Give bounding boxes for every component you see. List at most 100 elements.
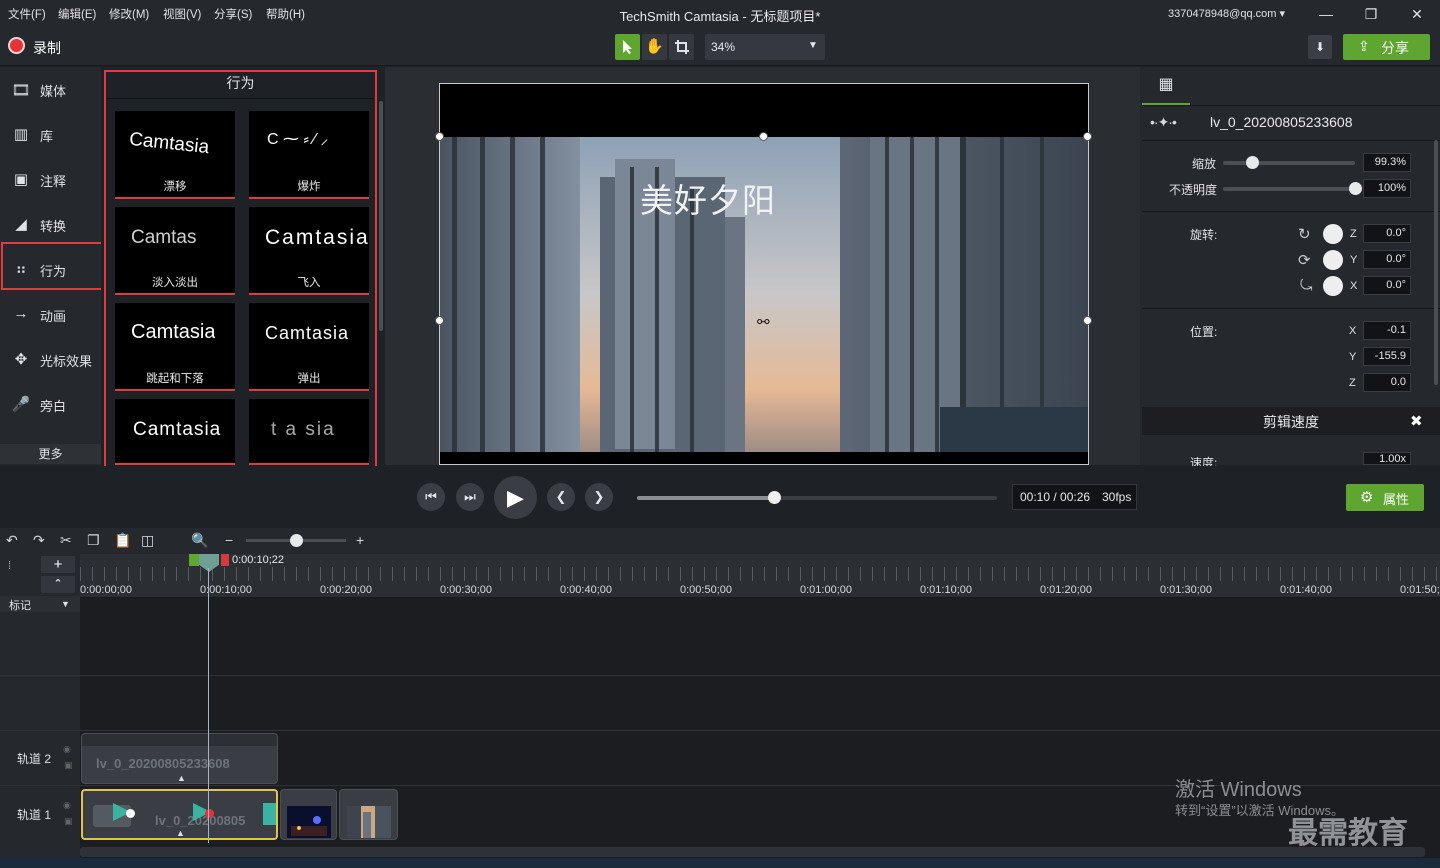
close-button[interactable]: ✕ [1400,3,1434,25]
opacity-input[interactable]: 100% [1363,179,1411,198]
selection-start-handle[interactable] [189,554,199,566]
tile-preview: Camtasia [128,128,211,159]
tile-label: 淡入淡出 [152,277,198,289]
cut-icon[interactable]: ✂ [60,532,72,549]
tile-label: 弹出 [297,373,321,385]
film-icon[interactable]: ▦ [1142,67,1190,105]
zoom-out-icon[interactable]: − [225,532,233,548]
sidebar-item-cursor-effects[interactable]: ✥ 光标效果 [0,337,101,381]
undo-icon[interactable]: ↶ [6,532,18,549]
collapse-icon[interactable]: ⌃ [41,576,75,593]
resize-handle[interactable] [1083,316,1092,325]
hand-icon[interactable]: ✋ [642,34,667,60]
track-divider [0,675,1440,676]
split-icon[interactable]: ◫ [141,532,154,549]
rotate-z-dial[interactable] [1323,224,1343,244]
next-icon[interactable]: ❯ [585,483,613,511]
record-icon[interactable] [8,37,25,54]
anchor-icon[interactable]: ⚯ [757,313,770,331]
step-forward-icon[interactable]: ⏭ [456,483,484,511]
sidebar-item-voice-narration[interactable]: 🎤 旁白 [0,382,101,426]
rotation-z-input[interactable]: 0.0° [1363,224,1411,243]
sidebar-item-label: 转换 [40,219,67,234]
redo-icon[interactable]: ↷ [33,532,45,549]
timeline-zoom-handle[interactable] [290,534,303,547]
track-2-clip[interactable]: lv_0_20200805233608 ▲ [81,733,278,784]
eye-icon[interactable]: ◉ [63,800,71,811]
timeline-scrollbar[interactable] [80,847,1425,857]
opacity-slider[interactable] [1223,187,1355,191]
behavior-marker-icon[interactable] [263,803,276,825]
scrub-progress [637,496,774,500]
copy-icon[interactable]: ❐ [87,532,100,549]
maximize-button[interactable]: ❐ [1354,3,1388,25]
resize-handle[interactable] [435,316,444,325]
previous-icon[interactable]: ❮ [547,483,575,511]
track-1-label[interactable]: 轨道 1 [17,806,51,823]
sidebar-item-annotations[interactable]: ▣ 注释 [0,157,101,201]
rotation-y-input[interactable]: 0.0° [1363,250,1411,269]
position-x-input[interactable]: -0.1 [1363,321,1411,340]
zoom-in-icon[interactable]: + [356,532,364,548]
speed-input[interactable]: 1.00x [1363,452,1411,465]
scale-slider[interactable] [1223,161,1355,165]
more-button[interactable]: 更多 [0,444,101,464]
resize-handle[interactable] [1083,132,1092,141]
keyframe-icon[interactable] [205,809,214,818]
lock-icon[interactable]: ▣ [64,760,73,771]
record-button[interactable]: 录制 [33,38,61,58]
step-back-icon[interactable]: ⏮ [417,483,445,511]
scale-slider-handle[interactable] [1246,156,1260,169]
sidebar-item-animations[interactable]: → 动画 [0,292,101,336]
account-menu[interactable]: 3370478948@qq.com ▾ [1168,7,1285,20]
eye-icon[interactable]: ◉ [63,744,71,755]
position-y-input[interactable]: -155.9 [1363,347,1411,366]
play-icon[interactable]: ▶ [494,476,537,519]
lock-icon[interactable]: ▣ [64,816,73,827]
behavior-tile-reveal[interactable]: t a sia [249,399,369,465]
sidebar-item-media[interactable]: 🎞 媒体 [0,67,101,111]
sidebar-item-label: 旁白 [40,399,67,414]
rotation-x-input[interactable]: 0.0° [1363,276,1411,295]
sidebar-item-label: 光标效果 [40,354,93,369]
close-icon[interactable]: ✖ [1410,412,1423,430]
track-2-label[interactable]: 轨道 2 [17,750,51,767]
minimize-button[interactable]: — [1309,3,1343,25]
resize-handle[interactable] [759,132,768,141]
tile-preview: C ⁓ ⸗ ⁄ ⸝ [267,131,329,148]
track-1-clip[interactable]: lv_0_20200805 ▲ [81,789,278,840]
chevron-down-icon[interactable]: ▼ [61,599,70,609]
track-1-clip-2[interactable] [280,789,337,840]
current-time: 00:10 / 00:26 [1020,490,1091,504]
marker-toggle-icon[interactable]: ⁞ [8,560,11,572]
crop-icon[interactable] [669,34,694,60]
divider [1142,211,1440,212]
behaviors-scrollbar[interactable] [379,101,383,331]
playhead-time: 0:00:10;22 [232,554,284,566]
search-icon[interactable]: 🔍 [191,532,208,549]
track-1-clip-3[interactable] [339,789,398,840]
cursor-effect-icon: ✥ [14,351,28,368]
sidebar-item-transitions[interactable]: ◢ 转换 [0,202,101,246]
selection-end-handle[interactable] [221,554,229,566]
properties-scrollbar[interactable] [1434,140,1438,385]
keyframe-icon[interactable] [126,809,135,818]
paste-icon[interactable]: 📋 [114,532,131,549]
rotate-x-dial[interactable] [1323,276,1343,296]
video-overlay-title[interactable]: 美好夕阳 [640,174,776,222]
timeline-toolbar [0,528,1440,554]
zoom-value: 34% [711,40,736,54]
opacity-slider-handle[interactable] [1349,182,1362,195]
taskbar-strip [0,858,1440,868]
pointer-icon[interactable] [615,34,640,60]
rotate-y-dial[interactable] [1323,250,1343,270]
position-z-input[interactable]: 0.0 [1363,373,1411,392]
scrub-handle[interactable] [767,491,781,504]
sidebar-item-label: 动画 [40,309,67,324]
add-track-button[interactable]: + [41,556,75,573]
resize-handle[interactable] [435,132,444,141]
behavior-tile-pulse[interactable]: Camtasia [115,399,235,465]
download-button[interactable]: ⬇ [1308,35,1332,59]
sidebar-item-library[interactable]: ▥ 库 [0,112,101,156]
scale-input[interactable]: 99.3% [1363,153,1411,172]
